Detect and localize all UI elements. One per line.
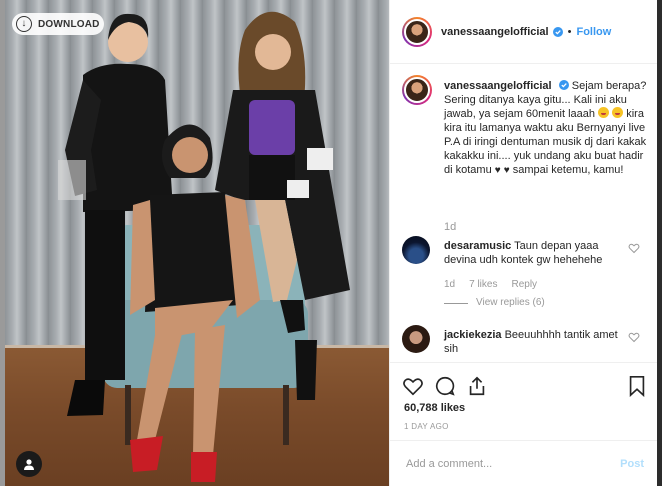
caption-avatar[interactable] xyxy=(402,75,432,105)
like-heart-icon[interactable] xyxy=(402,375,424,397)
comment-like-icon[interactable] xyxy=(628,331,640,343)
photo-illustration xyxy=(58,11,350,482)
black-heart-icon: ♥ xyxy=(494,165,501,176)
user-tag-icon xyxy=(24,459,34,470)
grin-emoji-icon xyxy=(612,107,624,118)
add-comment-bar: Post xyxy=(390,440,658,486)
post-timestamp: 1 DAY AGO xyxy=(404,422,449,431)
likes-count[interactable]: 60,788 likes xyxy=(404,402,465,414)
comment-username[interactable]: desaramusic xyxy=(444,240,511,252)
add-comment-input[interactable] xyxy=(404,456,621,471)
comment-username[interactable]: jackiekezia xyxy=(444,329,502,341)
comment-like-icon[interactable] xyxy=(628,242,640,254)
download-button[interactable]: ↓ DOWNLOAD xyxy=(12,13,104,35)
comment-avatar[interactable] xyxy=(402,325,430,353)
comments-area[interactable]: vanessaangelofficial Sejam berapa? Serin… xyxy=(390,65,658,362)
black-heart-icon: ♥ xyxy=(503,165,510,176)
comment-avatar[interactable] xyxy=(402,236,430,264)
bookmark-icon[interactable] xyxy=(626,375,648,397)
comment-text: desaramusic Taun depan yaaa devina udh k… xyxy=(444,239,624,267)
verified-badge-icon xyxy=(558,80,569,90)
share-icon[interactable] xyxy=(466,375,488,397)
user-tag-button[interactable] xyxy=(16,451,42,477)
post-photo[interactable]: ↓ DOWNLOAD xyxy=(5,0,389,486)
verified-badge-icon xyxy=(552,26,563,37)
header-username[interactable]: vanessaangelofficial xyxy=(441,26,549,38)
reply-button[interactable]: Reply xyxy=(511,278,537,292)
comment-likes[interactable]: 7 likes xyxy=(469,278,497,292)
grin-emoji-icon xyxy=(598,107,610,118)
view-replies-label[interactable]: View replies (6) xyxy=(476,296,545,310)
caption-username[interactable]: vanessaangelofficial xyxy=(444,80,552,92)
caption-line-4: sampai ketemu, kamu! xyxy=(512,164,624,176)
post-header: vanessaangelofficial • Follow xyxy=(390,0,658,64)
post-sidebar: vanessaangelofficial • Follow vanessaang… xyxy=(389,0,658,486)
comment-bubble-icon[interactable] xyxy=(434,375,456,397)
download-label: DOWNLOAD xyxy=(38,18,100,30)
header-separator: • xyxy=(567,25,572,38)
post-comment-button[interactable]: Post xyxy=(620,458,644,470)
caption-line-1: Sejam berapa? xyxy=(571,80,647,92)
header-avatar[interactable] xyxy=(402,16,432,47)
caption-time: 1d xyxy=(444,221,457,233)
comment-text: jackiekezia Beeuuhhhh tantik amet sih xyxy=(444,328,624,356)
comment-time: 1d xyxy=(444,279,456,290)
download-icon: ↓ xyxy=(16,16,32,32)
comment-meta: 1d 7 likes Reply xyxy=(444,278,537,292)
view-replies[interactable]: View replies (6) xyxy=(444,296,545,310)
replies-divider xyxy=(444,302,468,304)
caption-text: vanessaangelofficial Sejam berapa? Serin… xyxy=(444,79,649,178)
background-edge xyxy=(657,0,662,486)
follow-button[interactable]: Follow xyxy=(576,26,611,38)
